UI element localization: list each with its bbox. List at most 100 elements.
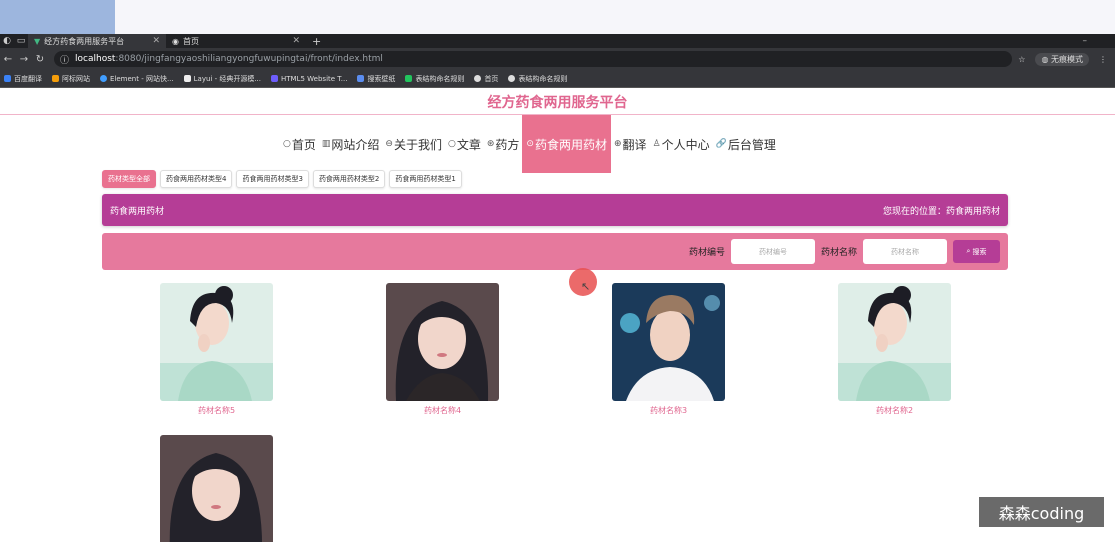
nav-item-profile[interactable]: ♙ 个人中心 (650, 115, 713, 173)
bookmark-icon (271, 75, 279, 82)
url-input[interactable]: ⓘ localhost:8080/jingfangyaoshiliangyong… (54, 51, 1013, 67)
nav-label: 药食两用药材 (534, 137, 607, 152)
bookmark-item[interactable]: 阿标网站 (52, 74, 90, 84)
bookmark-icon (474, 75, 482, 82)
nav-item-articles[interactable]: ○ 文章 (445, 115, 484, 173)
incognito-badge[interactable]: ◍ 无痕模式 (1035, 52, 1089, 66)
incognito-label: 无痕模式 (1051, 54, 1083, 64)
nav-label: 首页 (291, 137, 316, 152)
bookmark-item[interactable]: 百度翻译 (4, 74, 42, 84)
reload-icon[interactable]: ↻ (32, 54, 48, 65)
globe-icon: ◉ (172, 36, 179, 46)
type-filter-option[interactable]: 药食两用药材类型1 (389, 170, 462, 188)
nav-item-admin[interactable]: 🔗 后台管理 (713, 115, 779, 173)
page-content: 经方药食两用服务平台 ○ 首页 ▥ 网站介绍 ⊖ 关于我们 ○ 文章 ⊛ 药方 ⊙ 药食两用… (0, 88, 1115, 542)
nav-item-home[interactable]: ○ 首页 (280, 115, 319, 173)
bookmarks-bar: 百度翻译 阿标网站 Element - 网站快... Layui - 经典开源模… (0, 70, 1115, 88)
bookmark-item[interactable]: 表结构命名规则 (508, 74, 567, 84)
herb-icon: ⊙ (526, 139, 534, 149)
nav-item-about[interactable]: ⊖ 关于我们 (382, 115, 445, 173)
type-filter-all[interactable]: 药材类型全部 (102, 170, 156, 188)
nav-item-prescriptions[interactable]: ⊛ 药方 (484, 115, 523, 173)
home-icon: ○ (283, 139, 291, 149)
herb-card[interactable] (160, 435, 273, 542)
section-title: 药食两用药材 (110, 206, 165, 217)
vue-logo-icon: ▼ (34, 36, 41, 46)
herb-name[interactable]: 药材名称4 (386, 405, 499, 416)
close-icon[interactable]: ✕ (292, 36, 300, 46)
nav-label: 后台管理 (727, 137, 776, 152)
herb-card[interactable]: 药材名称4 (386, 283, 499, 416)
herb-card[interactable]: 药材名称2 (838, 283, 951, 416)
window-controls[interactable]: – (1083, 36, 1115, 46)
browser-tab-active[interactable]: ▼ 经方药食两用服务平台 ✕ (28, 34, 166, 48)
bookmark-icon (508, 75, 516, 82)
top-faded-region (0, 0, 1115, 34)
main-nav: ○ 首页 ▥ 网站介绍 ⊖ 关于我们 ○ 文章 ⊛ 药方 ⊙ 药食两用药材 ⊕ 翻译 ♙ 个人中… (280, 115, 779, 173)
star-icon[interactable]: ☆ (1018, 55, 1025, 64)
name-label: 药材名称 (820, 248, 857, 258)
close-icon[interactable]: ✕ (152, 36, 160, 46)
herb-photo[interactable] (160, 435, 273, 542)
bookmark-label: HTML5 Website T... (281, 74, 348, 83)
prescription-icon: ⊛ (486, 139, 495, 149)
forward-icon[interactable]: → (16, 54, 32, 65)
code-label: 药材编号 (688, 248, 725, 258)
nav-label: 翻译 (622, 137, 647, 152)
nav-item-herbs[interactable]: ⊙ 药食两用药材 (522, 115, 611, 173)
info-icon[interactable]: ⓘ (60, 53, 69, 66)
url-host: localhost (75, 54, 116, 64)
type-filter-option[interactable]: 药食两用药材类型2 (312, 170, 386, 188)
bookmark-label: 首页 (484, 74, 499, 83)
herb-name[interactable]: 药材名称3 (612, 405, 725, 416)
browser-addressbar: ← → ↻ ⓘ localhost:8080/jingfangyaoshilia… (0, 48, 1115, 70)
section-header: 药食两用药材 您现在的位置：药食两用药材 (102, 194, 1008, 226)
bookmark-label: 百度翻译 (14, 74, 42, 83)
nav-item-site-intro[interactable]: ▥ 网站介绍 (319, 115, 383, 173)
user-icon: ♙ (652, 139, 661, 149)
watermark: 森森coding (979, 497, 1104, 527)
back-icon[interactable]: ← (0, 54, 16, 65)
search-button-label: 搜索 (972, 247, 987, 256)
search-button[interactable]: ⌕ 搜索 (953, 240, 1000, 263)
about-icon: ⊖ (385, 139, 393, 149)
cursor-icon: ↖ (581, 280, 591, 293)
search-icon: ⌕ (966, 247, 971, 255)
herb-photo[interactable] (160, 283, 273, 401)
site-title: 经方药食两用服务平台 (487, 95, 628, 111)
code-search-input[interactable] (730, 239, 815, 264)
bookmark-item[interactable]: HTML5 Website T... (271, 75, 347, 83)
new-tab-button[interactable]: + (306, 35, 327, 48)
tab-list-icon[interactable]: ▭ (14, 36, 28, 46)
tab-title: 经方药食两用服务平台 (44, 36, 125, 46)
herb-name[interactable]: 药材名称2 (838, 405, 951, 416)
nav-label: 文章 (456, 137, 481, 152)
herb-card[interactable]: 药材名称5 (160, 283, 273, 416)
type-filter-option[interactable]: 药食两用药材类型4 (160, 170, 233, 188)
bookmark-item[interactable]: Element - 网站快... (100, 74, 174, 84)
browser-menu-icon[interactable]: ◐ (0, 36, 14, 46)
bookmark-label: 表结构命名规则 (415, 74, 465, 83)
blue-overlay-block (0, 0, 115, 34)
nav-label: 关于我们 (393, 137, 442, 152)
bookmark-item[interactable]: Layui - 经典开源模... (183, 74, 261, 84)
bookmark-item[interactable]: 首页 (474, 74, 498, 84)
bookmark-item[interactable]: 表结构命名规则 (405, 74, 464, 84)
type-filter-option[interactable]: 药食两用药材类型3 (236, 170, 309, 188)
tab-title: 首页 (182, 36, 199, 46)
name-search-input[interactable] (863, 239, 947, 264)
bookmark-label: 搜索壁纸 (367, 74, 396, 83)
bookmark-label: Element - 网站快... (110, 74, 174, 83)
herb-photo[interactable] (386, 283, 499, 401)
nav-item-translate[interactable]: ⊕ 翻译 (611, 115, 650, 173)
herb-photo[interactable] (612, 283, 725, 401)
herb-name[interactable]: 药材名称5 (160, 405, 273, 416)
browser-tabbar: ◐ ▭ ▼ 经方药食两用服务平台 ✕ ◉ 首页 ✕ + – (0, 34, 1115, 48)
nav-label: 网站介绍 (331, 137, 380, 152)
browser-tab[interactable]: ◉ 首页 ✕ (166, 34, 306, 48)
intro-icon: ▥ (321, 139, 331, 149)
bookmark-item[interactable]: 搜索壁纸 (357, 74, 395, 84)
more-menu-icon[interactable]: ⋮ (1099, 55, 1107, 64)
herb-photo[interactable] (838, 283, 951, 401)
herb-card[interactable]: 药材名称3 (612, 283, 725, 416)
